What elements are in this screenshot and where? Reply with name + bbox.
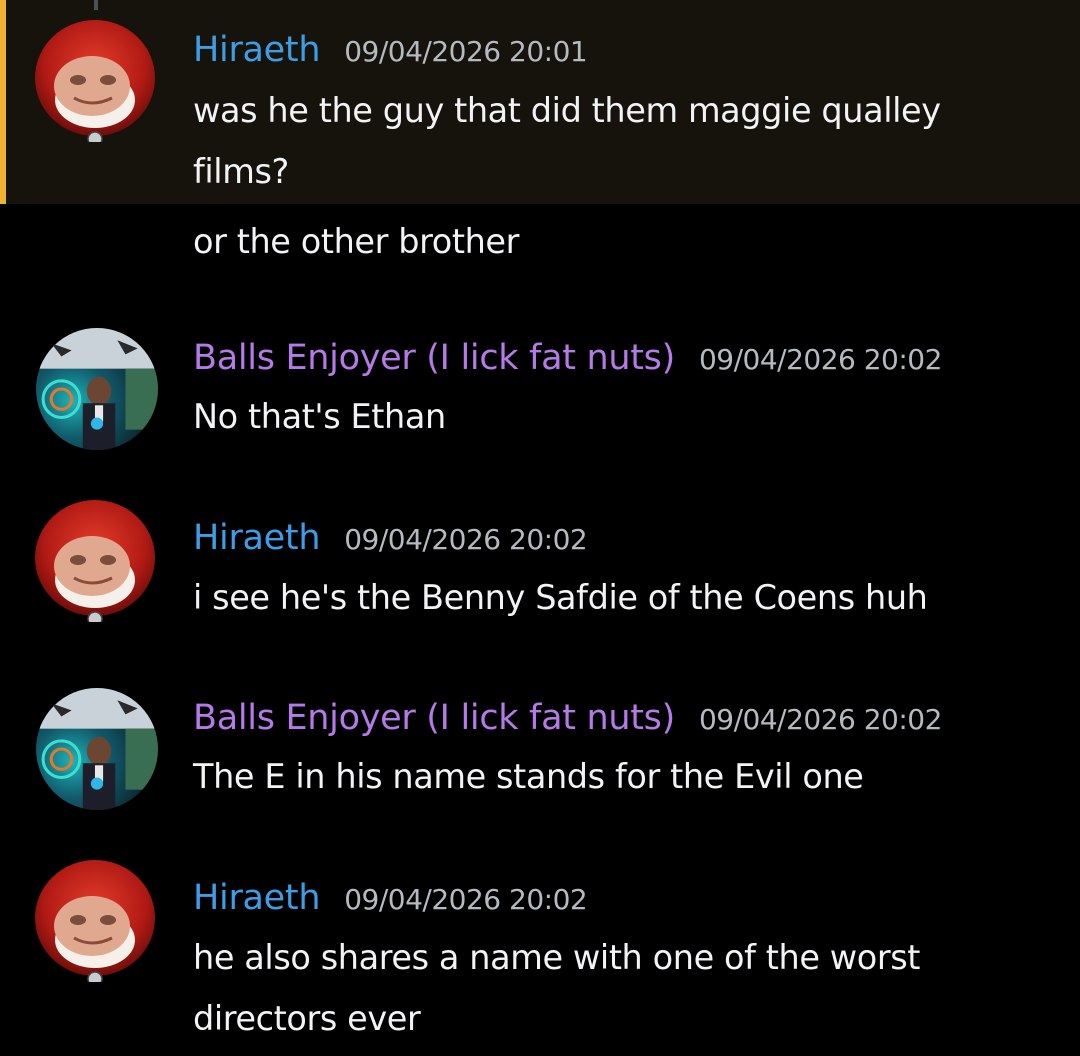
- hooded-face-avatar[interactable]: [34, 500, 156, 622]
- timestamp: 09/04/2026 20:02: [344, 883, 588, 916]
- message-text: The E in his name stands for the Evil on…: [193, 757, 864, 796]
- message-text: films?: [193, 152, 289, 191]
- message-header: Hiraeth 09/04/2026 20:02: [193, 878, 588, 918]
- thread-connector-line: [94, 0, 98, 10]
- message-text: he also shares a name with one of the wo…: [193, 938, 921, 977]
- username[interactable]: Balls Enjoyer (I lick fat nuts): [193, 698, 675, 738]
- message-text: was he the guy that did them maggie qual…: [193, 91, 941, 130]
- timestamp: 09/04/2026 20:02: [344, 523, 588, 556]
- mention-highlight-bar: [0, 0, 6, 204]
- hooded-face-avatar[interactable]: [34, 20, 156, 142]
- message-text: or the other brother: [193, 222, 519, 261]
- hooded-face-avatar[interactable]: [34, 860, 156, 982]
- message-header: Hiraeth 09/04/2026 20:02: [193, 518, 588, 558]
- username[interactable]: Hiraeth: [193, 518, 321, 558]
- username[interactable]: Balls Enjoyer (I lick fat nuts): [193, 338, 675, 378]
- collage-avatar[interactable]: [36, 328, 158, 450]
- message-text: No that's Ethan: [193, 397, 446, 436]
- message-text: directors ever: [193, 999, 421, 1038]
- collage-avatar[interactable]: [36, 688, 158, 810]
- timestamp: 09/04/2026 20:01: [344, 35, 588, 68]
- message-text: i see he's the Benny Safdie of the Coens…: [193, 578, 928, 617]
- message-header: Balls Enjoyer (I lick fat nuts) 09/04/20…: [193, 698, 942, 738]
- username[interactable]: Hiraeth: [193, 30, 321, 70]
- username[interactable]: Hiraeth: [193, 878, 321, 918]
- message-header: Balls Enjoyer (I lick fat nuts) 09/04/20…: [193, 338, 942, 378]
- message-header: Hiraeth 09/04/2026 20:01: [193, 30, 588, 70]
- timestamp: 09/04/2026 20:02: [698, 703, 942, 736]
- timestamp: 09/04/2026 20:02: [698, 343, 942, 376]
